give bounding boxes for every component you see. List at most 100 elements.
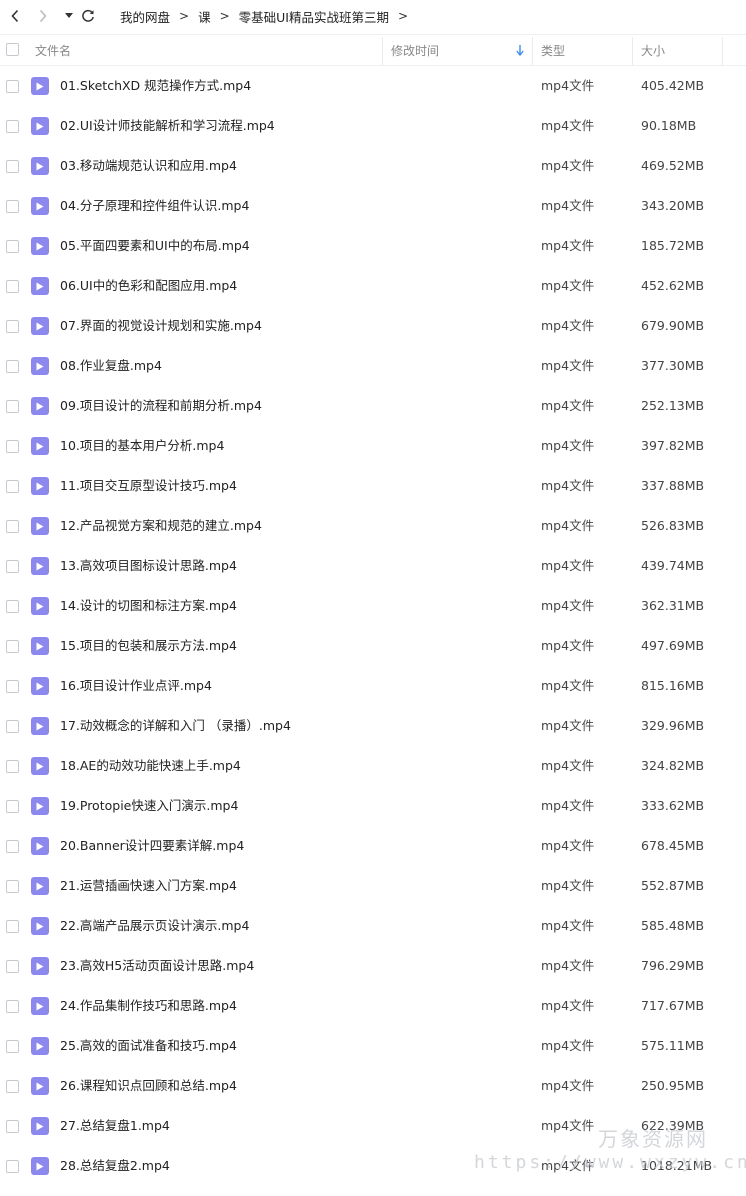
file-row[interactable]: 11.项目交互原型设计技巧.mp4 mp4文件 337.88MB [0, 466, 746, 506]
file-row[interactable]: 16.项目设计作业点评.mp4 mp4文件 815.16MB [0, 666, 746, 706]
file-row[interactable]: 04.分子原理和控件组件认识.mp4 mp4文件 343.20MB [0, 186, 746, 226]
refresh-button[interactable] [79, 7, 97, 25]
file-row[interactable]: 12.产品视觉方案和规范的建立.mp4 mp4文件 526.83MB [0, 506, 746, 546]
file-name[interactable]: 17.动效概念的详解和入门 （录播）.mp4 [60, 706, 291, 746]
row-checkbox[interactable] [6, 360, 19, 373]
select-all-checkbox[interactable] [6, 43, 19, 56]
file-row[interactable]: 23.高效H5活动页面设计思路.mp4 mp4文件 796.29MB [0, 946, 746, 986]
file-name[interactable]: 27.总结复盘1.mp4 [60, 1106, 170, 1146]
column-header-modified[interactable]: 修改时间 [391, 35, 439, 65]
file-name[interactable]: 09.项目设计的流程和前期分析.mp4 [60, 386, 262, 426]
back-button[interactable] [6, 7, 24, 25]
file-name[interactable]: 16.项目设计作业点评.mp4 [60, 666, 212, 706]
file-name[interactable]: 04.分子原理和控件组件认识.mp4 [60, 186, 249, 226]
row-checkbox[interactable] [6, 520, 19, 533]
file-row[interactable]: 02.UI设计师技能解析和学习流程.mp4 mp4文件 90.18MB [0, 106, 746, 146]
row-checkbox[interactable] [6, 240, 19, 253]
file-row[interactable]: 07.界面的视觉设计规划和实施.mp4 mp4文件 679.90MB [0, 306, 746, 346]
file-name[interactable]: 22.高端产品展示页设计演示.mp4 [60, 906, 249, 946]
row-checkbox[interactable] [6, 1000, 19, 1013]
row-checkbox[interactable] [6, 880, 19, 893]
file-row[interactable]: 17.动效概念的详解和入门 （录播）.mp4 mp4文件 329.96MB [0, 706, 746, 746]
file-row[interactable]: 26.课程知识点回顾和总结.mp4 mp4文件 250.95MB [0, 1066, 746, 1106]
file-name[interactable]: 06.UI中的色彩和配图应用.mp4 [60, 266, 237, 306]
file-name[interactable]: 12.产品视觉方案和规范的建立.mp4 [60, 506, 262, 546]
file-row[interactable]: 24.作品集制作技巧和思路.mp4 mp4文件 717.67MB [0, 986, 746, 1026]
history-dropdown-button[interactable] [60, 7, 78, 25]
file-row[interactable]: 14.设计的切图和标注方案.mp4 mp4文件 362.31MB [0, 586, 746, 626]
file-name[interactable]: 19.Protopie快速入门演示.mp4 [60, 786, 238, 826]
sort-arrow-down-icon[interactable] [516, 35, 524, 65]
column-header-type[interactable]: 类型 [541, 35, 565, 65]
breadcrumb-item-course[interactable]: 课 [198, 7, 211, 26]
file-name[interactable]: 07.界面的视觉设计规划和实施.mp4 [60, 306, 262, 346]
column-divider[interactable] [382, 37, 383, 65]
file-row[interactable]: 08.作业复盘.mp4 mp4文件 377.30MB [0, 346, 746, 386]
file-row[interactable]: 10.项目的基本用户分析.mp4 mp4文件 397.82MB [0, 426, 746, 466]
row-checkbox[interactable] [6, 160, 19, 173]
row-checkbox[interactable] [6, 920, 19, 933]
file-name[interactable]: 14.设计的切图和标注方案.mp4 [60, 586, 237, 626]
row-checkbox[interactable] [6, 280, 19, 293]
row-checkbox[interactable] [6, 1120, 19, 1133]
forward-button[interactable] [34, 7, 52, 25]
row-checkbox[interactable] [6, 320, 19, 333]
column-divider[interactable] [532, 37, 533, 65]
file-row[interactable]: 13.高效项目图标设计思路.mp4 mp4文件 439.74MB [0, 546, 746, 586]
file-name[interactable]: 24.作品集制作技巧和思路.mp4 [60, 986, 237, 1026]
column-divider[interactable] [632, 37, 633, 65]
row-checkbox[interactable] [6, 200, 19, 213]
file-row[interactable]: 09.项目设计的流程和前期分析.mp4 mp4文件 252.13MB [0, 386, 746, 426]
row-checkbox[interactable] [6, 640, 19, 653]
row-checkbox[interactable] [6, 840, 19, 853]
file-name[interactable]: 15.项目的包装和展示方法.mp4 [60, 626, 237, 666]
row-checkbox[interactable] [6, 800, 19, 813]
row-checkbox[interactable] [6, 440, 19, 453]
column-divider[interactable] [722, 37, 723, 65]
file-row[interactable]: 21.运营插画快速入门方案.mp4 mp4文件 552.87MB [0, 866, 746, 906]
file-name[interactable]: 11.项目交互原型设计技巧.mp4 [60, 466, 237, 506]
row-checkbox[interactable] [6, 760, 19, 773]
file-row[interactable]: 22.高端产品展示页设计演示.mp4 mp4文件 585.48MB [0, 906, 746, 946]
file-name[interactable]: 03.移动端规范认识和应用.mp4 [60, 146, 237, 186]
file-name[interactable]: 02.UI设计师技能解析和学习流程.mp4 [60, 106, 275, 146]
file-name[interactable]: 26.课程知识点回顾和总结.mp4 [60, 1066, 237, 1106]
file-row[interactable]: 06.UI中的色彩和配图应用.mp4 mp4文件 452.62MB [0, 266, 746, 306]
file-name[interactable]: 01.SketchXD 规范操作方式.mp4 [60, 66, 251, 106]
column-header-size[interactable]: 大小 [641, 35, 665, 65]
file-name[interactable]: 10.项目的基本用户分析.mp4 [60, 426, 224, 466]
row-checkbox[interactable] [6, 680, 19, 693]
file-row[interactable]: 19.Protopie快速入门演示.mp4 mp4文件 333.62MB [0, 786, 746, 826]
file-name[interactable]: 18.AE的动效功能快速上手.mp4 [60, 746, 241, 786]
file-name[interactable]: 28.总结复盘2.mp4 [60, 1146, 170, 1186]
file-row[interactable]: 20.Banner设计四要素详解.mp4 mp4文件 678.45MB [0, 826, 746, 866]
file-name[interactable]: 23.高效H5活动页面设计思路.mp4 [60, 946, 254, 986]
column-header-name[interactable]: 文件名 [35, 35, 71, 65]
row-checkbox[interactable] [6, 480, 19, 493]
row-checkbox[interactable] [6, 720, 19, 733]
row-checkbox[interactable] [6, 80, 19, 93]
row-checkbox[interactable] [6, 1040, 19, 1053]
file-row[interactable]: 15.项目的包装和展示方法.mp4 mp4文件 497.69MB [0, 626, 746, 666]
file-name[interactable]: 20.Banner设计四要素详解.mp4 [60, 826, 244, 866]
file-name[interactable]: 08.作业复盘.mp4 [60, 346, 162, 386]
row-checkbox[interactable] [6, 1160, 19, 1173]
row-checkbox[interactable] [6, 120, 19, 133]
file-name[interactable]: 13.高效项目图标设计思路.mp4 [60, 546, 237, 586]
file-row[interactable]: 03.移动端规范认识和应用.mp4 mp4文件 469.52MB [0, 146, 746, 186]
row-checkbox[interactable] [6, 560, 19, 573]
file-row[interactable]: 05.平面四要素和UI中的布局.mp4 mp4文件 185.72MB [0, 226, 746, 266]
file-name[interactable]: 05.平面四要素和UI中的布局.mp4 [60, 226, 250, 266]
file-row[interactable]: 18.AE的动效功能快速上手.mp4 mp4文件 324.82MB [0, 746, 746, 786]
row-checkbox[interactable] [6, 1080, 19, 1093]
file-row[interactable]: 25.高效的面试准备和技巧.mp4 mp4文件 575.11MB [0, 1026, 746, 1066]
file-name[interactable]: 25.高效的面试准备和技巧.mp4 [60, 1026, 237, 1066]
file-name[interactable]: 21.运营插画快速入门方案.mp4 [60, 866, 237, 906]
breadcrumb-item-current-folder[interactable]: 零基础UI精品实战班第三期 [239, 7, 389, 26]
file-row[interactable]: 01.SketchXD 规范操作方式.mp4 mp4文件 405.42MB [0, 66, 746, 106]
breadcrumb-item-my-drive[interactable]: 我的网盘 [120, 7, 170, 26]
row-checkbox[interactable] [6, 960, 19, 973]
row-checkbox[interactable] [6, 600, 19, 613]
row-checkbox[interactable] [6, 400, 19, 413]
breadcrumb-expand-icon[interactable]: > [398, 9, 408, 23]
